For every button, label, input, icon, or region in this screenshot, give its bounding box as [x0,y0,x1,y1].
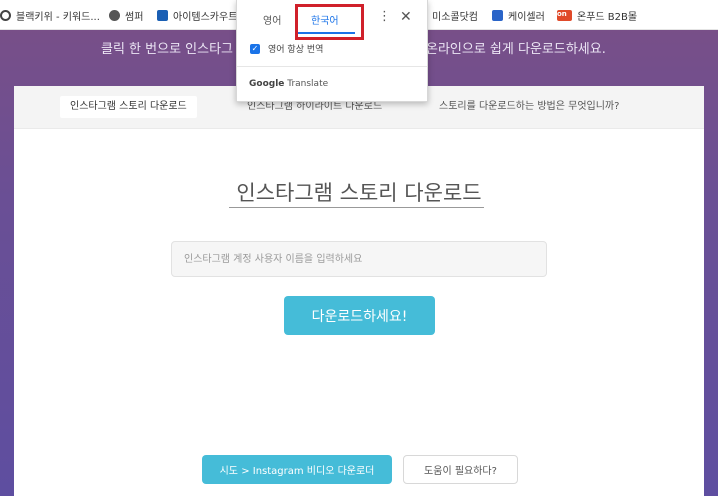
checkbox-checked-icon[interactable]: ✓ [250,43,260,54]
highlight-box [295,4,364,40]
wave-icon [157,10,168,21]
always-translate-row[interactable]: ✓ 영어 항상 번역 [250,42,323,55]
main-card: 인스타그램 스토리 다운로드 인스타그램 하이라이트 다운로드 스토리를 다운로… [14,86,704,496]
source-language-tab[interactable]: 영어 [263,12,281,27]
bookmark-label: 온푸드 B2B몰 [577,12,638,23]
tab-story-download[interactable]: 인스타그램 스토리 다운로드 [60,96,197,118]
bookmark-item[interactable]: on 온푸드 B2B몰 [557,8,637,23]
globe-icon [109,10,120,21]
bookmark-label: 아이템스카우트 [173,12,238,23]
google-wordmark: Google [249,79,285,89]
bookmark-label: 미소콜닷컴 [432,12,478,23]
bookmark-label: 케이셀러 [508,12,545,23]
hero-text-right: 온라인으로 쉽게 다운로드하세요. [426,42,606,57]
page-title: 인스타그램 스토리 다운로드 [236,181,482,205]
always-translate-label: 영어 항상 번역 [268,45,324,55]
more-options-icon[interactable]: ⋮ [378,9,391,24]
radio-dot-icon [0,10,11,21]
username-input[interactable] [171,241,547,277]
divider [237,66,427,67]
translate-popup: 영어 한국어 ⋮ ✕ ✓ 영어 항상 번역 Google Translate [236,0,428,102]
bookmark-label: 썸퍼 [125,12,144,23]
bookmark-item[interactable]: 블랙키위 - 키워드... [0,8,100,23]
google-translate-logo: Google Translate [249,79,328,89]
translate-wordmark: Translate [287,79,329,89]
help-button[interactable]: 도움이 필요하다? [403,455,518,484]
title-underline [229,207,484,208]
doc-icon [492,10,503,21]
on-icon: on [557,10,572,21]
bookmark-item[interactable]: 아이템스카우트 [157,8,237,23]
bookmark-item[interactable]: 미소콜닷컴 [432,8,478,23]
hero-text-left: 클릭 한 번으로 인스타그 [101,42,233,57]
close-icon[interactable]: ✕ [400,9,412,25]
instagram-video-downloader-button[interactable]: 시도 > Instagram 비디오 다운로더 [202,455,392,484]
tab-how-to[interactable]: 스토리를 다운로드하는 방법은 무엇입니까? [429,96,629,118]
bookmark-item[interactable]: 케이셀러 [492,8,545,23]
download-button[interactable]: 다운로드하세요! [284,296,435,335]
bookmark-label: 블랙키위 - 키워드... [16,12,100,23]
bookmark-item[interactable]: 썸퍼 [109,8,143,23]
